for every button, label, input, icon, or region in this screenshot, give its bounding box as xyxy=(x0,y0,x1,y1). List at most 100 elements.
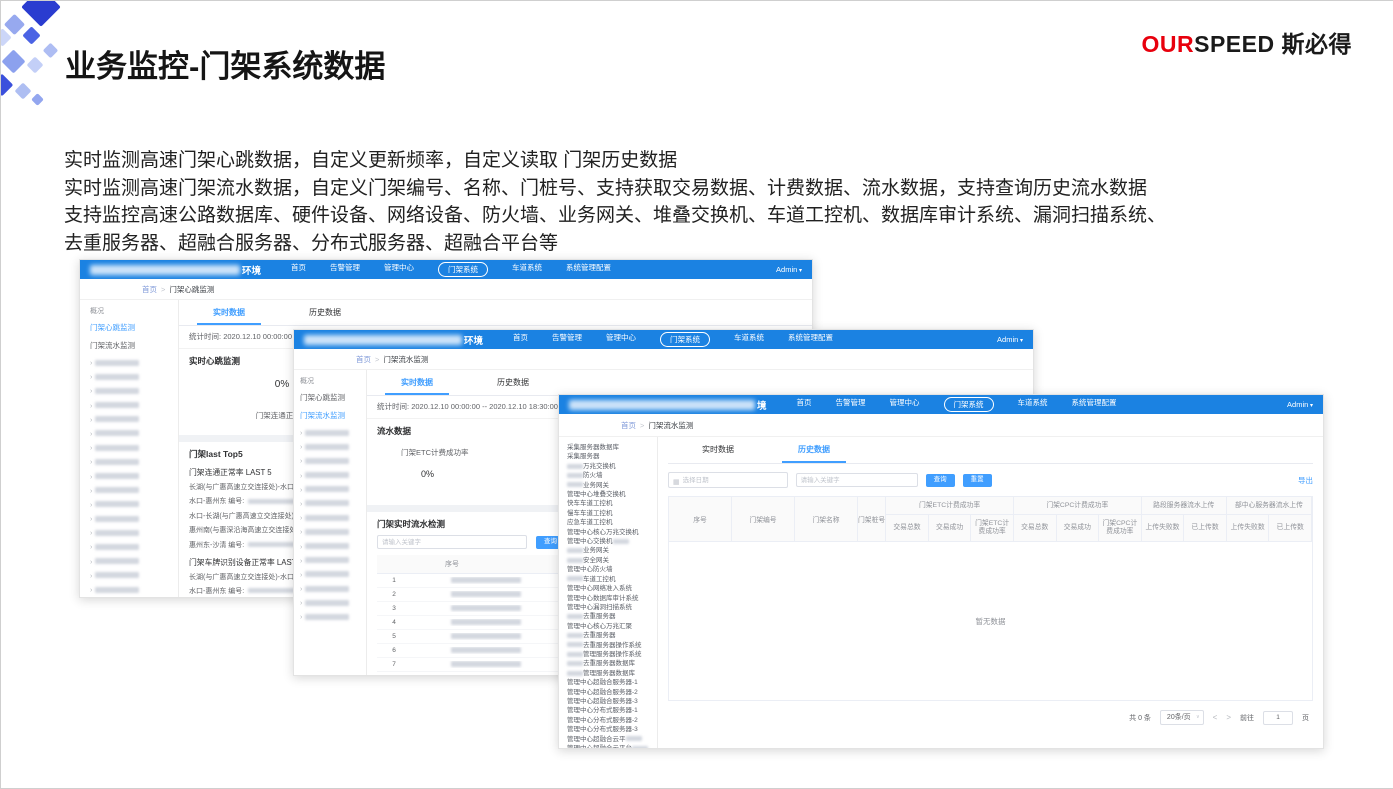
sidebar-item-device[interactable]: 管理中心核心万兆汇聚 xyxy=(567,622,657,631)
nav-menu-item[interactable]: 管理中心 xyxy=(890,397,920,412)
export-link[interactable]: 导出 xyxy=(1298,475,1313,486)
nav-menu-item[interactable]: 首页 xyxy=(291,262,306,277)
query-button[interactable]: 查询 xyxy=(926,474,955,487)
sidebar-item-device[interactable]: 管理中心超融合云平 xyxy=(567,735,657,744)
sidebar-item-blurred[interactable] xyxy=(90,514,178,523)
nav-menu-item[interactable]: 车道系统 xyxy=(512,262,542,277)
nav-menu-item[interactable]: 系统管理配置 xyxy=(566,262,611,277)
sidebar-item-blurred[interactable] xyxy=(90,429,178,438)
sidebar-item-blurred[interactable] xyxy=(90,358,178,367)
admin-menu[interactable]: Admin xyxy=(997,335,1023,344)
sidebar-item-blurred[interactable] xyxy=(90,386,178,395)
keyword-input[interactable] xyxy=(796,473,918,487)
date-picker[interactable] xyxy=(668,472,788,488)
sidebar-item-device[interactable]: 管理中心分布式服务器-3 xyxy=(567,725,657,734)
sidebar-item-device[interactable]: 管理中心核心万兆交换机 xyxy=(567,528,657,537)
sidebar-item-device[interactable]: 管理中心超融合服务器-3 xyxy=(567,697,657,706)
sidebar-item-device[interactable]: 业务网关 xyxy=(567,481,657,490)
nav-menu-item[interactable]: 系统管理配置 xyxy=(1072,397,1117,412)
nav-menu-item[interactable]: 系统管理配置 xyxy=(788,332,833,347)
breadcrumb-home[interactable]: 首页 xyxy=(621,420,636,431)
sidebar-item-blurred[interactable] xyxy=(90,528,178,537)
nav-menu-item[interactable]: 车道系统 xyxy=(1018,397,1048,412)
sidebar-item-blurred[interactable] xyxy=(300,570,366,579)
next-page-button[interactable]: > xyxy=(1226,713,1231,722)
breadcrumb-home[interactable]: 首页 xyxy=(142,284,157,295)
sidebar-item-blurred[interactable] xyxy=(300,612,366,621)
tab-realtime[interactable]: 实时数据 xyxy=(369,370,465,395)
goto-page-input[interactable] xyxy=(1263,711,1293,725)
sidebar-item-device[interactable]: 管理中心漏洞扫描系统 xyxy=(567,603,657,612)
nav-menu-item[interactable]: 管理中心 xyxy=(384,262,414,277)
tab-history[interactable]: 历史数据 xyxy=(277,300,373,325)
sidebar-item-blurred[interactable] xyxy=(90,571,178,580)
sidebar-item-blurred[interactable] xyxy=(300,598,366,607)
sidebar-item-device[interactable]: 管理服务器操作系统 xyxy=(567,650,657,659)
sidebar-item-blurred[interactable] xyxy=(300,442,366,451)
sidebar-item-device[interactable]: 去重服务器 xyxy=(567,631,657,640)
sidebar-item-blurred[interactable] xyxy=(90,457,178,466)
sidebar-item-blurred[interactable] xyxy=(300,485,366,494)
tab-history[interactable]: 历史数据 xyxy=(766,437,862,463)
nav-menu-item[interactable]: 首页 xyxy=(513,332,528,347)
sidebar-item-heartbeat[interactable]: 门架心跳监测 xyxy=(300,392,366,403)
sidebar-item-device[interactable]: 管理中心超融合服务器-1 xyxy=(567,678,657,687)
nav-menu-item[interactable]: 车道系统 xyxy=(734,332,764,347)
sidebar-item-device[interactable]: 采集服务器数据库 xyxy=(567,443,657,452)
sidebar-item-device[interactable]: 快车车道工控机 xyxy=(567,499,657,508)
sidebar-item-device[interactable]: 应急车道工控机 xyxy=(567,518,657,527)
nav-menu-item[interactable]: 门架系统 xyxy=(438,262,488,277)
sidebar-item-blurred[interactable] xyxy=(90,542,178,551)
sidebar-item-device[interactable]: 慢车车道工控机 xyxy=(567,509,657,518)
sidebar-item-device[interactable]: 管理中心超融合云平台 xyxy=(567,744,657,749)
sidebar-item-blurred[interactable] xyxy=(300,584,366,593)
nav-menu-item[interactable]: 门架系统 xyxy=(660,332,710,347)
sidebar-item-blurred[interactable] xyxy=(300,556,366,565)
sidebar-item-blurred[interactable] xyxy=(300,428,366,437)
sidebar-item-heartbeat[interactable]: 门架心跳监测 xyxy=(90,322,178,333)
nav-menu-item[interactable]: 告警管理 xyxy=(552,332,582,347)
nav-menu-item[interactable]: 告警管理 xyxy=(330,262,360,277)
sidebar-item-blurred[interactable] xyxy=(90,500,178,509)
sidebar-item-blurred[interactable] xyxy=(90,472,178,481)
sidebar-item-flow[interactable]: 门架流水监测 xyxy=(90,340,178,351)
sidebar-item-device[interactable]: 防火墙 xyxy=(567,471,657,480)
sidebar-item-device[interactable]: 管理中心数据库审计系统 xyxy=(567,594,657,603)
sidebar-item-flow[interactable]: 门架流水监测 xyxy=(300,410,366,421)
sidebar-item-device[interactable]: 安全网关 xyxy=(567,556,657,565)
sidebar-item-device[interactable]: 管理中心防火墙 xyxy=(567,565,657,574)
admin-menu[interactable]: Admin xyxy=(776,265,802,274)
sidebar-item-device[interactable]: 去重服务器 xyxy=(567,612,657,621)
sidebar-item-device[interactable]: 管理中心网络准入系统 xyxy=(567,584,657,593)
tab-history[interactable]: 历史数据 xyxy=(465,370,561,395)
sidebar-item-device[interactable]: 万兆交换机 xyxy=(567,462,657,471)
sidebar-item-blurred[interactable] xyxy=(300,513,366,522)
sidebar-item-blurred[interactable] xyxy=(90,585,178,594)
nav-menu-item[interactable]: 门架系统 xyxy=(944,397,994,412)
sidebar-item-device[interactable]: 管理中心分布式服务器-1 xyxy=(567,706,657,715)
page-size-select[interactable]: 20条/页 xyxy=(1160,710,1204,725)
sidebar-item-device[interactable]: 采集服务器 xyxy=(567,452,657,461)
sidebar-item-blurred[interactable] xyxy=(90,372,178,381)
prev-page-button[interactable]: < xyxy=(1213,713,1218,722)
sidebar-item-blurred[interactable] xyxy=(300,456,366,465)
sidebar-item-device[interactable]: 管理中心超融合服务器-2 xyxy=(567,688,657,697)
sidebar-item-blurred[interactable] xyxy=(90,443,178,452)
sidebar-item-device[interactable]: 车道工控机 xyxy=(567,575,657,584)
sidebar-item-blurred[interactable] xyxy=(90,557,178,566)
sidebar-item-blurred[interactable] xyxy=(300,542,366,551)
breadcrumb-home[interactable]: 首页 xyxy=(356,354,371,365)
nav-menu-item[interactable]: 告警管理 xyxy=(836,397,866,412)
nav-menu-item[interactable]: 管理中心 xyxy=(606,332,636,347)
sidebar-item-device[interactable]: 管理中心分布式服务器-2 xyxy=(567,716,657,725)
sidebar-item-blurred[interactable] xyxy=(90,401,178,410)
tab-realtime[interactable]: 实时数据 xyxy=(670,437,766,463)
sidebar-item-device[interactable]: 去重服务器数据库 xyxy=(567,659,657,668)
reset-button[interactable]: 重置 xyxy=(963,474,992,487)
sidebar-item-blurred[interactable] xyxy=(300,471,366,480)
sidebar-item-blurred[interactable] xyxy=(90,486,178,495)
tab-realtime[interactable]: 实时数据 xyxy=(181,300,277,325)
sidebar-item-blurred[interactable] xyxy=(300,499,366,508)
sidebar-item-device[interactable]: 管理服务器数据库 xyxy=(567,669,657,678)
date-input[interactable] xyxy=(683,474,783,486)
